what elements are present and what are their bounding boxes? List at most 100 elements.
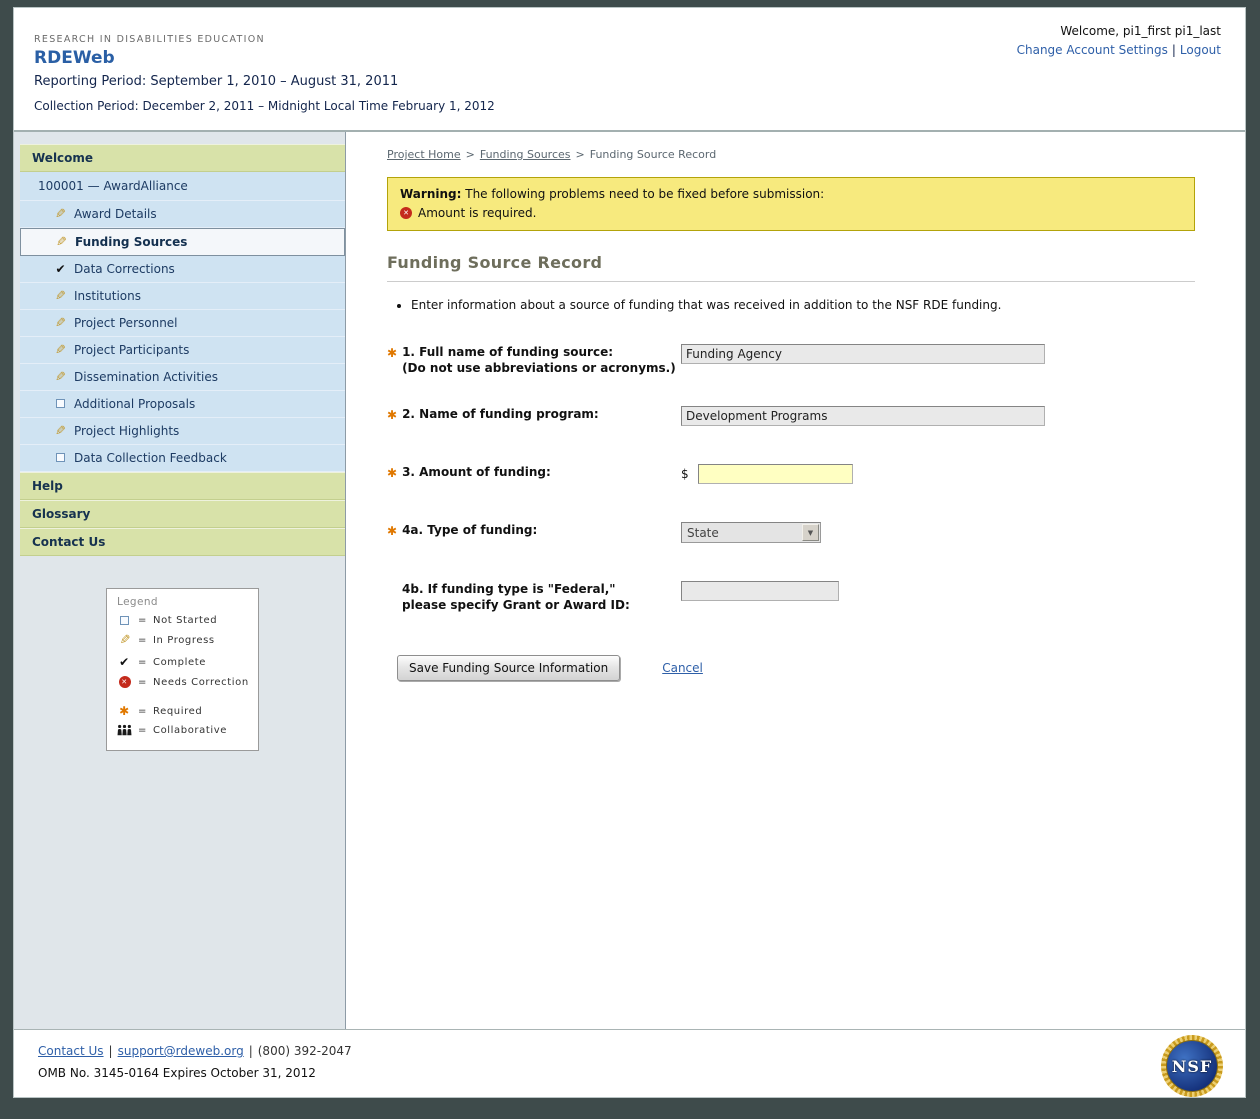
dollar-prefix: $ [681, 467, 689, 481]
pencil-icon: ✎ [56, 236, 67, 249]
sidebar-item-award[interactable]: 100001 — AwardAlliance [20, 172, 345, 201]
field-row-funding-program: ✱ 2. Name of funding program: [387, 406, 1195, 426]
legend-eq: = [138, 706, 147, 717]
instruction-text: Enter information about a source of fund… [411, 298, 1195, 312]
legend-item-in-progress: ✎ = In Progress [117, 633, 250, 648]
sidebar-item-additional-proposals[interactable]: Additional Proposals [20, 391, 345, 418]
field-label: 3. Amount of funding: [402, 464, 551, 481]
save-funding-source-button[interactable]: Save Funding Source Information [397, 655, 620, 681]
legend-eq: = [138, 657, 147, 668]
pencil-icon: ✎ [55, 290, 66, 303]
sidebar-item-data-collection-feedback[interactable]: Data Collection Feedback [20, 445, 345, 472]
collection-period: Collection Period: December 2, 2011 – Mi… [34, 99, 1245, 113]
warning-box: Warning: The following problems need to … [387, 177, 1195, 231]
field-label: 2. Name of funding program: [402, 406, 599, 423]
not-started-icon [56, 399, 65, 408]
legend-item-not-started: = Not Started [117, 615, 250, 626]
sidebar-item-institutions[interactable]: ✎ Institutions [20, 283, 345, 310]
footer-separator: | [109, 1044, 113, 1058]
funding-type-select[interactable]: State ▼ [681, 522, 821, 543]
sidebar-item-dissemination-activities[interactable]: ✎ Dissemination Activities [20, 364, 345, 391]
sidebar-item-award-details[interactable]: ✎ Award Details [20, 201, 345, 228]
required-icon: ✱ [387, 408, 397, 422]
nsf-logo-text: NSF [1166, 1040, 1218, 1092]
warning-error-text: Amount is required. [418, 206, 536, 220]
sidebar-item-label: Project Personnel [74, 316, 178, 330]
field-label: 4a. Type of funding: [402, 522, 537, 539]
app-window: RESEARCH IN DISABILITIES EDUCATION RDEWe… [13, 7, 1246, 1098]
grant-id-input[interactable] [681, 581, 839, 601]
not-started-icon [56, 453, 65, 462]
legend: Legend = Not Started ✎ = In Progress ✔ =… [106, 588, 259, 751]
warning-line: Warning: The following problems need to … [400, 187, 1182, 201]
breadcrumb-project-home[interactable]: Project Home [387, 148, 461, 161]
sidebar-item-project-highlights[interactable]: ✎ Project Highlights [20, 418, 345, 445]
breadcrumb-current: Funding Source Record [590, 148, 716, 161]
sidebar-item-label: Project Highlights [74, 424, 179, 438]
warning-text: The following problems need to be fixed … [461, 187, 824, 201]
sidebar-item-label: Dissemination Activities [74, 370, 218, 384]
pencil-icon: ✎ [55, 344, 66, 357]
form-actions: Save Funding Source Information Cancel [397, 655, 1195, 681]
logout-link[interactable]: Logout [1180, 43, 1221, 57]
sidebar-item-label: Additional Proposals [74, 397, 195, 411]
sidebar-item-project-personnel[interactable]: ✎ Project Personnel [20, 310, 345, 337]
pencil-icon: ✎ [55, 371, 66, 384]
field-label: 4b. If funding type is "Federal," please… [402, 581, 630, 613]
legend-item-complete: ✔ = Complete [117, 655, 250, 669]
nsf-logo: NSF [1161, 1035, 1223, 1097]
pencil-icon: ✎ [55, 317, 66, 330]
sidebar-item-funding-sources[interactable]: ✎ Funding Sources [20, 228, 345, 256]
field-row-amount: ✱ 3. Amount of funding: $ [387, 464, 1195, 484]
footer-contact-line: Contact Us|support@rdeweb.org|(800) 392-… [38, 1044, 1221, 1058]
breadcrumb-funding-sources[interactable]: Funding Sources [480, 148, 571, 161]
field-label: 1. Full name of funding source: (Do not … [402, 344, 676, 376]
funding-source-name-input[interactable] [681, 344, 1045, 364]
field-row-funding-type: ✱ 4a. Type of funding: State ▼ [387, 522, 1195, 543]
legend-label: In Progress [153, 635, 215, 646]
needs-correction-icon: ✕ [400, 207, 412, 219]
sidebar-item-welcome[interactable]: Welcome [20, 144, 345, 172]
legend-label: Needs Correction [153, 677, 249, 688]
sidebar-item-label: Project Participants [74, 343, 189, 357]
sidebar-item-label: Data Collection Feedback [74, 451, 227, 465]
sidebar-item-glossary[interactable]: Glossary [20, 500, 345, 528]
sidebar: Welcome 100001 — AwardAlliance ✎ Award D… [14, 132, 346, 1029]
legend-title: Legend [117, 596, 250, 608]
header: RESEARCH IN DISABILITIES EDUCATION RDEWe… [14, 8, 1245, 132]
main-content: Project Home > Funding Sources > Funding Sou… [346, 132, 1245, 1029]
required-icon: ✱ [387, 346, 397, 360]
page-title: Funding Source Record [387, 253, 1195, 282]
warning-bold: Warning: [400, 187, 461, 201]
sidebar-item-label: Data Corrections [74, 262, 175, 276]
field-row-funding-source-name: ✱ 1. Full name of funding source: (Do no… [387, 344, 1195, 376]
cancel-link[interactable]: Cancel [662, 661, 703, 675]
funding-amount-input[interactable] [698, 464, 853, 484]
welcome-user: Welcome, pi1_first pi1_last [1017, 24, 1221, 38]
required-icon: ✱ [119, 705, 130, 717]
funding-program-input[interactable] [681, 406, 1045, 426]
sidebar-item-help[interactable]: Help [20, 472, 345, 500]
footer-contact-link[interactable]: Contact Us [38, 1044, 104, 1058]
footer: Contact Us|support@rdeweb.org|(800) 392-… [14, 1029, 1245, 1097]
change-account-settings-link[interactable]: Change Account Settings [1017, 43, 1168, 57]
sidebar-item-contact-us[interactable]: Contact Us [20, 528, 345, 556]
header-separator: | [1172, 43, 1176, 57]
sidebar-item-label: Funding Sources [75, 235, 187, 249]
footer-phone: (800) 392-2047 [258, 1044, 352, 1058]
legend-label: Complete [153, 657, 206, 668]
sidebar-item-project-participants[interactable]: ✎ Project Participants [20, 337, 345, 364]
sidebar-item-data-corrections[interactable]: ✔ Data Corrections [20, 256, 345, 283]
footer-omb-line: OMB No. 3145-0164 Expires October 31, 20… [38, 1066, 1221, 1080]
legend-item-collaborative: = Collaborative [117, 724, 250, 736]
required-icon: ✱ [387, 466, 397, 480]
check-icon: ✔ [119, 655, 130, 669]
sidebar-item-label: Institutions [74, 289, 141, 303]
legend-label: Collaborative [153, 725, 227, 736]
needs-correction-icon: ✕ [119, 676, 131, 688]
breadcrumb-separator: > [466, 148, 475, 161]
warning-error-row: ✕ Amount is required. [400, 206, 1182, 220]
field-row-grant-id: 4b. If funding type is "Federal," please… [387, 581, 1195, 613]
footer-email-link[interactable]: support@rdeweb.org [118, 1044, 244, 1058]
breadcrumb-separator: > [576, 148, 585, 161]
